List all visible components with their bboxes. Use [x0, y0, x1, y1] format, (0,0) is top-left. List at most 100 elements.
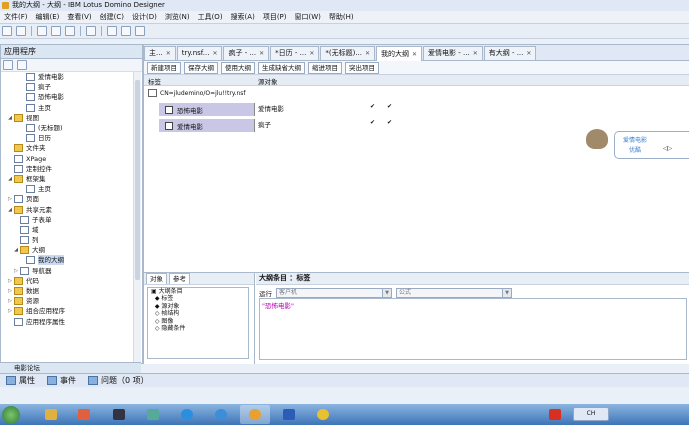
tree-item[interactable]: ▷ 资源 — [1, 296, 131, 306]
tree-item[interactable]: 文件夹 — [1, 143, 131, 153]
taskbar-explorer[interactable] — [36, 405, 66, 424]
tree-item[interactable]: 应用程序属性 — [1, 317, 131, 327]
tree-item[interactable]: 列 — [1, 235, 131, 245]
action-button[interactable]: 保存大纲 — [184, 61, 218, 74]
copy-icon[interactable] — [65, 26, 75, 36]
taskbar-skype[interactable] — [172, 405, 202, 424]
start-button[interactable] — [2, 406, 20, 424]
tree-item[interactable]: ▷ 代码 — [1, 276, 131, 286]
twisty-icon[interactable]: ◢ — [7, 113, 13, 123]
tree-item[interactable]: (无标题) — [1, 123, 131, 133]
close-icon[interactable]: ✕ — [365, 47, 370, 60]
outline-entry[interactable]: 爱情电影 — [159, 119, 255, 132]
bottom-tab[interactable]: 属性 — [0, 374, 41, 387]
editor-tab[interactable]: *(无标题)... ✕ — [320, 46, 376, 60]
edit-icon[interactable] — [86, 26, 96, 36]
close-icon[interactable]: ✕ — [166, 47, 171, 60]
close-icon[interactable]: ✕ — [412, 48, 417, 61]
tree-item[interactable]: ◢ 框架集 — [1, 174, 131, 184]
menu-item[interactable]: 工具(O) — [194, 11, 227, 23]
tree-item[interactable]: ◢ 共享元素 — [1, 204, 131, 214]
print-icon[interactable] — [51, 26, 61, 36]
editor-tab[interactable]: try.nsf... ✕ — [176, 46, 223, 60]
tree-item[interactable]: ▷ 导航器 — [1, 266, 131, 276]
menu-item[interactable]: 编辑(E) — [32, 11, 64, 23]
undo-icon[interactable] — [107, 26, 117, 36]
tree-item[interactable]: ◢ 视图 — [1, 113, 131, 123]
editor-tab[interactable]: 主... ✕ — [144, 46, 176, 60]
tree-item[interactable]: 疯子 — [1, 82, 131, 92]
run-select[interactable]: 客户机 ▼ — [276, 288, 392, 298]
tree-item[interactable]: XPage — [1, 154, 131, 164]
object-tree-item[interactable]: ◇ 图像 — [148, 318, 248, 325]
assistant-bubble[interactable]: 爱情电影 优酷 ◁▷ — [614, 131, 689, 159]
tree-item[interactable]: 主页 — [1, 184, 131, 194]
forward-icon[interactable] — [135, 26, 145, 36]
tab-objects[interactable]: 对象 — [146, 273, 167, 284]
action-button[interactable]: 突出项目 — [345, 61, 379, 74]
object-tree-item[interactable]: ◇ 隐藏条件 — [148, 325, 248, 332]
action-button[interactable]: 使用大纲 — [221, 61, 255, 74]
twisty-icon[interactable]: ◢ — [7, 174, 13, 184]
tree-item[interactable]: 域 — [1, 225, 131, 235]
tree-item[interactable]: ▷ 页面 — [1, 194, 131, 204]
tree-item[interactable]: 定制控件 — [1, 164, 131, 174]
menu-item[interactable]: 浏览(N) — [161, 11, 194, 23]
taskbar-notes[interactable] — [308, 405, 338, 424]
taskbar-app2[interactable] — [138, 405, 168, 424]
editor-tab[interactable]: 爱情电影 - ... ✕ — [423, 46, 483, 60]
action-button[interactable]: 缩进项目 — [308, 61, 342, 74]
menu-item[interactable]: 创建(C) — [96, 11, 128, 23]
tab-reference[interactable]: 参考 — [169, 273, 190, 284]
taskbar-ie[interactable] — [206, 405, 236, 424]
taskbar-media[interactable] — [69, 405, 99, 424]
twisty-icon[interactable]: ▷ — [7, 286, 13, 296]
formula-type-select[interactable]: 公式 ▼ — [396, 288, 512, 298]
new-icon[interactable] — [2, 26, 12, 36]
editor-tab[interactable]: *日历 - ... ✕ — [270, 46, 320, 60]
close-icon[interactable]: ✕ — [259, 47, 264, 60]
close-icon[interactable]: ✕ — [526, 47, 531, 60]
twisty-icon[interactable]: ▷ — [7, 194, 13, 204]
taskbar-app[interactable] — [104, 405, 134, 424]
object-tree-item[interactable]: ◇ 帧结构 — [148, 310, 248, 317]
back-icon[interactable] — [121, 26, 131, 36]
taskbar-domino[interactable] — [240, 405, 270, 424]
editor-tab[interactable]: 疯子 - ... ✕ — [223, 46, 270, 60]
language-tray[interactable]: CH — [573, 407, 609, 421]
menu-item[interactable]: 搜索(A) — [227, 11, 259, 23]
tree-item[interactable]: 恐怖电影 — [1, 92, 131, 102]
outline-row[interactable]: 恐怖电影 爱情电影 ✔ ✔ — [159, 103, 689, 116]
assistant-widget[interactable]: 爱情电影 优酷 ◁▷ — [586, 127, 689, 167]
tree-item[interactable]: 主页 — [1, 103, 131, 113]
taskbar-office[interactable] — [540, 405, 570, 424]
twisty-icon[interactable]: ▷ — [7, 276, 13, 286]
twisty-icon[interactable]: ▷ — [7, 306, 13, 316]
twisty-icon[interactable]: ◢ — [7, 205, 13, 215]
tree-item[interactable]: 我的大纲 — [1, 255, 131, 266]
outline-entry[interactable]: 恐怖电影 — [159, 103, 255, 116]
media-controls-icon[interactable]: ◁▷ — [663, 145, 672, 152]
tree-item[interactable]: 子表单 — [1, 215, 131, 225]
tree-item[interactable]: ▷ 组合应用程序 — [1, 306, 131, 316]
tree-item[interactable]: ▷ 数据 — [1, 286, 131, 296]
navigator-scrollbar[interactable] — [133, 72, 141, 362]
formula-editor[interactable]: "恐怖电影" — [259, 298, 687, 360]
twisty-icon[interactable]: ▷ — [7, 296, 13, 306]
bottom-tab[interactable]: 问题（0 项） — [82, 374, 155, 387]
navigator-footer[interactable]: 电影论坛 — [0, 362, 141, 373]
taskbar-word[interactable] — [274, 405, 304, 424]
editor-tab[interactable]: 我的大纲 ✕ — [376, 46, 423, 61]
filter-icon[interactable] — [3, 60, 13, 70]
close-icon[interactable]: ✕ — [212, 47, 217, 60]
menu-item[interactable]: 查看(V) — [63, 11, 95, 23]
object-tree-item[interactable]: ◆ 标签 — [148, 295, 248, 302]
editor-tab[interactable]: 有大纲 - ... ✕ — [483, 46, 537, 60]
menu-item[interactable]: 设计(D) — [128, 11, 161, 23]
save-icon[interactable] — [37, 26, 47, 36]
close-icon[interactable]: ✕ — [309, 47, 314, 60]
menu-item[interactable]: 帮助(H) — [325, 11, 358, 23]
menu-item[interactable]: 窗口(W) — [291, 11, 325, 23]
link-icon[interactable] — [17, 60, 27, 70]
tree-item[interactable]: ◢ 大纲 — [1, 245, 131, 255]
